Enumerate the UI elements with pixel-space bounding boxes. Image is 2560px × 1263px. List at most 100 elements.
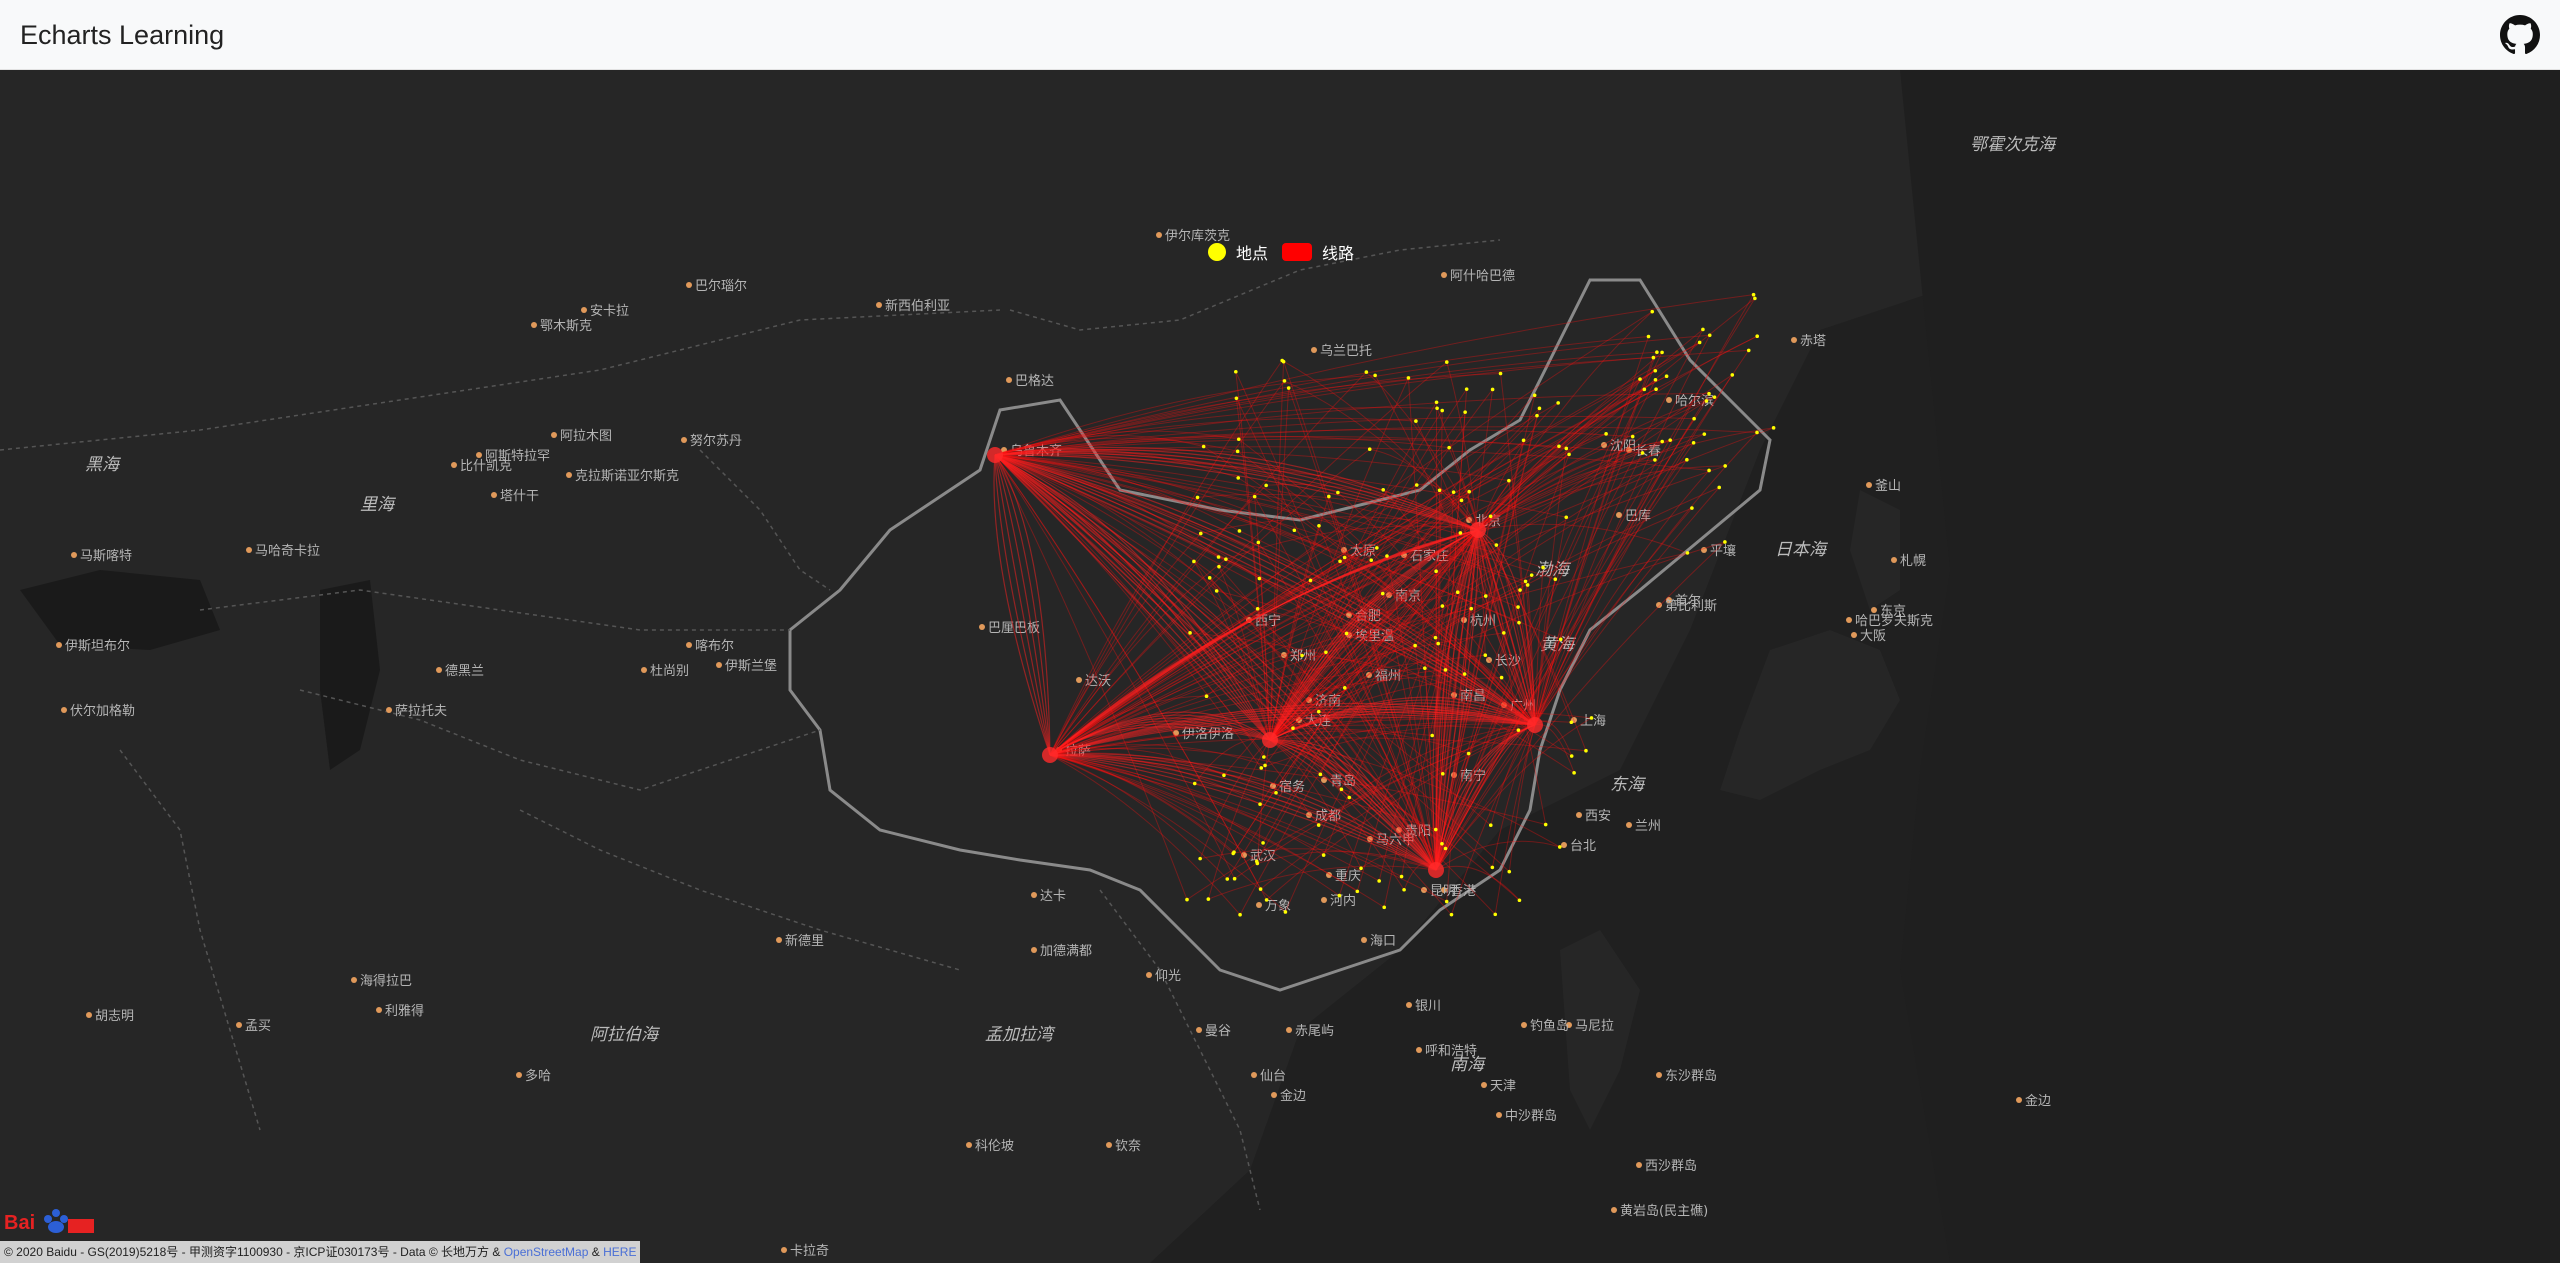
place-point[interactable] [1455,590,1460,595]
place-point[interactable] [1355,889,1360,894]
place-point[interactable] [1723,540,1727,544]
place-point[interactable] [1339,787,1344,792]
place-point[interactable] [1493,912,1498,917]
app-title[interactable]: Echarts Learning [20,20,224,51]
place-point[interactable] [1458,531,1463,535]
place-point[interactable] [1444,360,1449,364]
place-point[interactable] [1518,588,1522,592]
place-point[interactable] [1771,426,1776,430]
place-point[interactable] [1567,452,1571,457]
place-point[interactable] [1690,506,1694,510]
place-point[interactable] [1255,606,1260,611]
place-point[interactable] [1437,488,1442,493]
place-point[interactable] [1685,457,1689,462]
place-point[interactable] [1660,439,1665,444]
place-point[interactable] [1316,823,1321,827]
place-point[interactable] [1646,334,1651,339]
place-point[interactable] [1413,643,1417,648]
place-point[interactable] [1198,856,1202,861]
place-point[interactable] [1337,893,1342,898]
place-point[interactable] [1753,296,1757,301]
place-point[interactable] [1498,371,1503,376]
place-point[interactable] [1207,576,1212,580]
place-point[interactable] [1459,498,1464,503]
place-point[interactable] [1651,355,1656,360]
place-point[interactable] [1653,458,1657,462]
place-point[interactable] [1406,376,1411,380]
place-point[interactable] [1755,430,1759,435]
place-point[interactable] [1569,754,1574,758]
place-point[interactable] [1516,728,1521,732]
route-hub[interactable] [1042,747,1058,763]
place-point[interactable] [1483,653,1488,658]
place-point[interactable] [1237,529,1242,533]
place-point[interactable] [1259,766,1264,770]
place-point[interactable] [1217,564,1221,569]
place-point[interactable] [1556,401,1560,405]
place-point[interactable] [1231,851,1236,856]
place-point[interactable] [1490,865,1495,870]
place-point[interactable] [1712,395,1717,399]
place-point[interactable] [1469,606,1474,611]
place-point[interactable] [1440,408,1445,413]
place-point[interactable] [1462,672,1467,676]
place-point[interactable] [1523,579,1528,584]
place-point[interactable] [1604,432,1608,436]
place-point[interactable] [1238,912,1242,917]
place-point[interactable] [1443,668,1448,672]
place-point[interactable] [1344,631,1349,636]
place-point[interactable] [1564,446,1569,451]
place-point[interactable] [1402,887,1406,892]
place-point[interactable] [1447,445,1451,450]
place-point[interactable] [1557,444,1561,449]
route-hub[interactable] [1470,522,1486,538]
place-point[interactable] [1359,866,1363,871]
place-point[interactable] [1537,406,1542,411]
place-point[interactable] [1702,432,1707,436]
place-point[interactable] [1201,444,1206,449]
place-point[interactable] [1286,386,1291,390]
place-point[interactable] [1375,546,1379,550]
place-point[interactable] [1751,292,1756,297]
place-point[interactable] [1214,589,1219,593]
place-point[interactable] [1261,841,1265,845]
place-point[interactable] [1449,912,1454,917]
place-point[interactable] [1654,387,1658,392]
place-point[interactable] [1697,340,1702,345]
place-point[interactable] [1232,876,1237,881]
place-point[interactable] [1274,790,1278,795]
place-point[interactable] [1236,437,1241,442]
place-point[interactable] [1440,604,1445,608]
place-point[interactable] [1225,877,1230,881]
place-point[interactable] [1655,350,1659,354]
place-point[interactable] [1192,781,1197,786]
place-point[interactable] [1466,751,1471,756]
place-point[interactable] [1385,554,1389,558]
place-point[interactable] [1414,483,1419,487]
map-canvas[interactable]: 日本海鄂霍次克海黄海东海渤海南海阿拉伯海 孟加拉湾黑海里海北京上海香港乌鲁木齐拉萨… [0,70,2560,1263]
place-point[interactable] [1382,905,1387,910]
place-point[interactable] [1467,489,1471,494]
route-hub[interactable] [1527,717,1543,733]
place-point[interactable] [1557,845,1562,849]
place-point[interactable] [1507,869,1512,874]
place-point[interactable] [1569,720,1574,725]
place-point[interactable] [1283,910,1288,914]
place-point[interactable] [1507,478,1511,483]
place-point[interactable] [1234,369,1238,374]
place-point[interactable] [1318,772,1323,777]
place-point[interactable] [1336,490,1340,495]
place-point[interactable] [1316,709,1321,714]
place-point[interactable] [1691,440,1696,445]
place-point[interactable] [1192,559,1196,564]
place-point[interactable] [1430,733,1434,738]
route-hub[interactable] [1262,732,1278,748]
place-point[interactable] [1342,686,1347,690]
place-point[interactable] [1222,773,1226,778]
place-point[interactable] [1327,494,1331,499]
place-point[interactable] [1188,631,1192,635]
place-point[interactable] [1440,841,1444,846]
place-point[interactable] [1664,374,1669,379]
route-hub[interactable] [1428,862,1444,878]
place-point[interactable] [1252,494,1257,499]
